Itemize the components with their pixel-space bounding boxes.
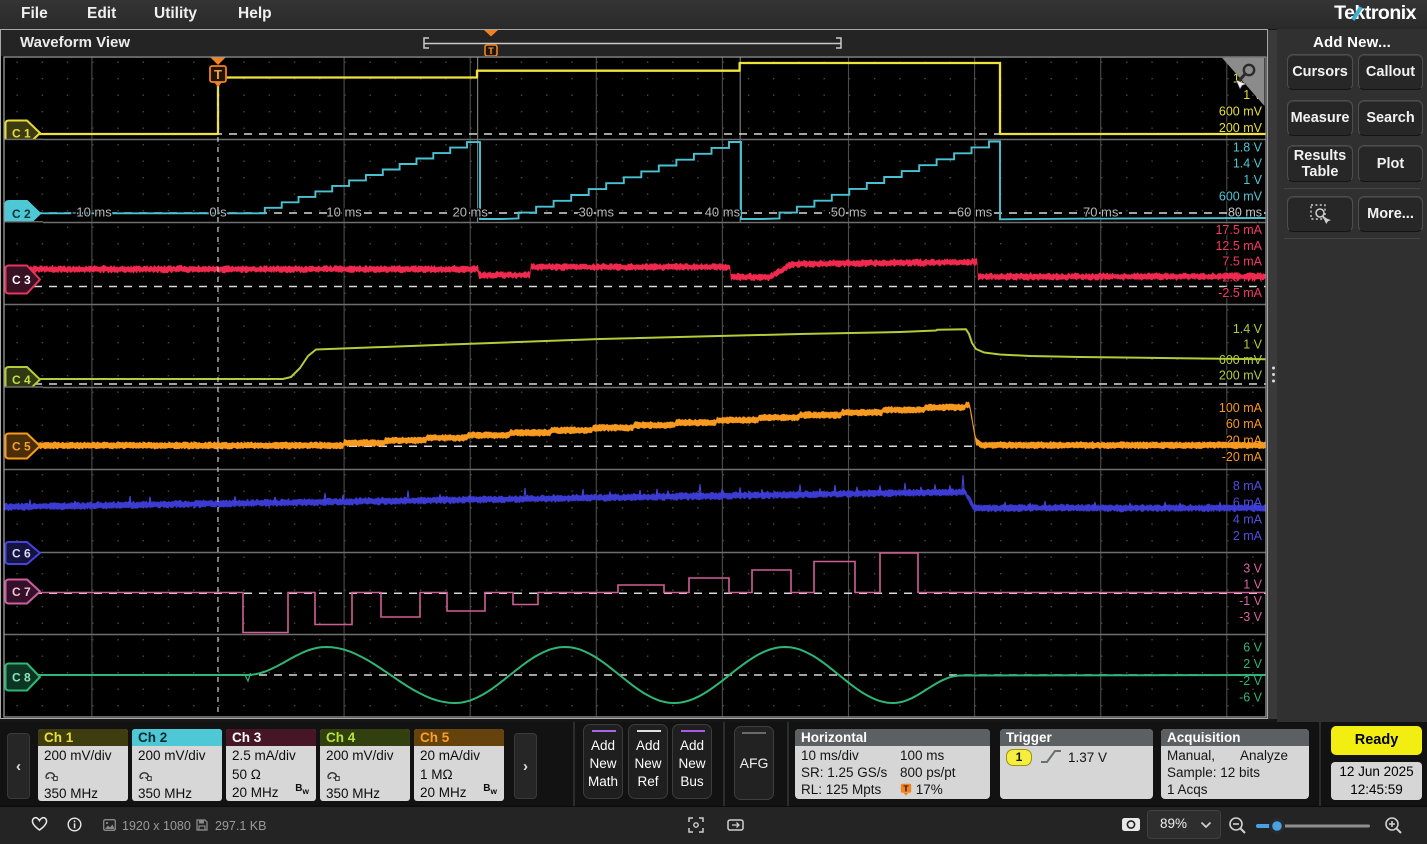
svg-text:C 6: C 6 — [12, 547, 31, 561]
svg-text:50 ms: 50 ms — [831, 205, 867, 220]
svg-text:C 8: C 8 — [12, 671, 31, 685]
svg-text:100 mA: 100 mA — [1219, 401, 1263, 415]
svg-text:70 ms: 70 ms — [1083, 205, 1119, 220]
svg-text:60 mA: 60 mA — [1226, 417, 1263, 431]
svg-text:-20 mA: -20 mA — [1222, 450, 1263, 464]
svg-text:4 mA: 4 mA — [1233, 513, 1263, 527]
svg-text:600 mV: 600 mV — [1219, 190, 1263, 204]
svg-text:2 mA: 2 mA — [1233, 529, 1263, 543]
svg-text:12.5 mA: 12.5 mA — [1215, 239, 1262, 253]
svg-text:60 ms: 60 ms — [957, 205, 993, 220]
svg-text:1.4 V: 1.4 V — [1233, 157, 1263, 171]
svg-text:C 3: C 3 — [12, 273, 31, 287]
svg-text:1.8 V: 1.8 V — [1233, 141, 1263, 155]
svg-text:-3 V: -3 V — [1239, 610, 1263, 624]
svg-text:1.4 V: 1.4 V — [1233, 322, 1263, 336]
svg-text:6 V: 6 V — [1243, 641, 1262, 655]
svg-text:-10 ms: -10 ms — [72, 205, 112, 220]
svg-text:-1 V: -1 V — [1239, 594, 1263, 608]
svg-text:40 ms: 40 ms — [705, 205, 741, 220]
svg-text:C 7: C 7 — [12, 585, 31, 599]
svg-text:200 mV: 200 mV — [1219, 369, 1263, 383]
svg-text:C 1: C 1 — [12, 127, 31, 141]
svg-text:1 V: 1 V — [1243, 338, 1262, 352]
svg-text:1 V: 1 V — [1243, 578, 1262, 592]
svg-text:T: T — [488, 46, 494, 56]
svg-text:20 ms: 20 ms — [452, 205, 488, 220]
svg-text:600 mV: 600 mV — [1219, 105, 1263, 119]
svg-text:10 ms: 10 ms — [326, 205, 362, 220]
svg-text:T: T — [214, 67, 222, 82]
svg-text:7.5 mA: 7.5 mA — [1222, 255, 1262, 269]
svg-text:3 V: 3 V — [1243, 562, 1262, 576]
svg-text:30 ms: 30 ms — [579, 205, 615, 220]
svg-text:-2.5 mA: -2.5 mA — [1218, 286, 1262, 300]
svg-text:1 V: 1 V — [1243, 173, 1262, 187]
svg-text:T: T — [903, 784, 909, 794]
svg-text:0 s: 0 s — [209, 205, 227, 220]
svg-text:-2 V: -2 V — [1239, 674, 1263, 688]
svg-text:C 4: C 4 — [12, 373, 31, 387]
svg-text:C 5: C 5 — [12, 440, 31, 454]
svg-text:2 V: 2 V — [1243, 657, 1262, 671]
svg-text:C 2: C 2 — [12, 207, 31, 221]
svg-text:17.5 mA: 17.5 mA — [1215, 223, 1262, 237]
svg-text:8 mA: 8 mA — [1233, 479, 1263, 493]
svg-text:-6 V: -6 V — [1239, 691, 1263, 705]
